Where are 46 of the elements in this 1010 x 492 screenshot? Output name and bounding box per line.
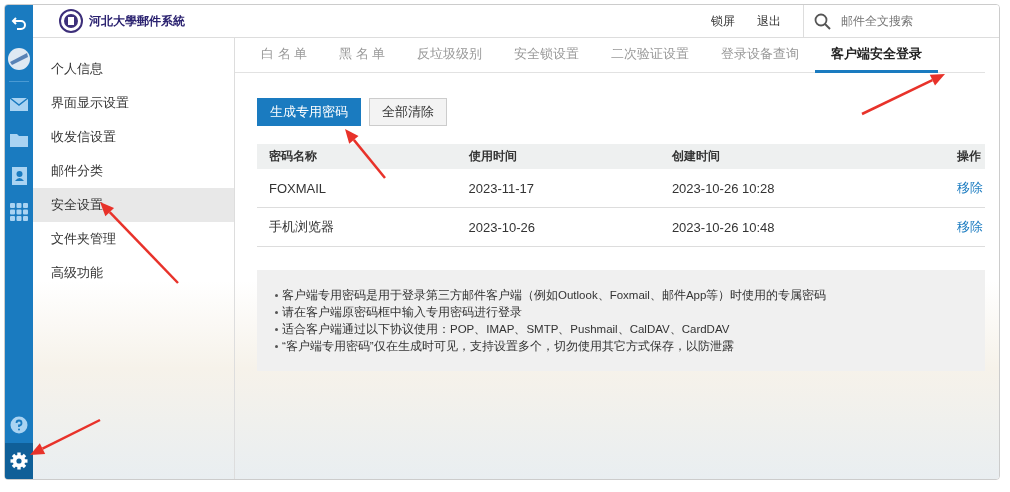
table-cell: 手机浏览器 [257,207,457,247]
undo-icon[interactable] [11,15,27,31]
bullet-icon [275,345,278,348]
settings-menu-item[interactable]: 邮件分类 [33,154,234,188]
emblem-icon [59,9,83,33]
settings-icon[interactable] [10,452,28,470]
note-text: 请在客户端原密码框中输入专用密码进行登录 [282,305,522,320]
settings-menu-item[interactable]: 文件夹管理 [33,222,234,256]
table-cell: FOXMAIL [257,169,457,208]
settings-menu-item[interactable]: 界面显示设置 [33,86,234,120]
search-icon [814,12,831,30]
table-cell: 2023-11-17 [456,169,660,208]
table-cell: 2023-10-26 [456,207,660,247]
avatar-icon[interactable] [7,47,31,71]
search-field[interactable]: 邮件全文搜索 [839,13,983,29]
column-header: 创建时间 [659,144,957,169]
folder-icon[interactable] [9,132,29,148]
header-link[interactable]: 退出 [757,12,781,30]
column-header: 密码名称 [257,144,457,169]
settings-menu-item[interactable]: 安全设置 [33,188,234,222]
settings-menu-item[interactable]: 高级功能 [33,256,234,290]
bullet-icon [275,294,278,297]
tab[interactable]: 客户端安全登录 [815,38,939,73]
settings-menu-item[interactable]: 个人信息 [33,52,234,86]
generate-password-button[interactable]: 生成专用密码 [257,98,361,126]
logo-text: 河北大學郵件系統 [89,12,185,30]
contacts-icon[interactable] [10,166,28,186]
clear-all-button[interactable]: 全部清除 [369,98,447,126]
header-link[interactable]: 锁屏 [711,12,735,30]
table-cell: 2023-10-26 10:48 [659,207,957,247]
help-icon[interactable] [10,416,28,434]
column-header: 使用时间 [456,144,660,169]
column-header: 操作 [957,144,985,169]
annotation-arrow [345,129,386,179]
note-text: 适合客户端通过以下协议使用：POP、IMAP、SMTP、Pushmail、CalDAV、CardDAV [282,322,730,337]
remove-link[interactable]: 移除 [957,180,983,195]
bullet-icon [275,311,278,314]
settings-menu-item[interactable]: 收发信设置 [33,120,234,154]
mail-icon[interactable] [9,96,29,112]
remove-link[interactable]: 移除 [957,219,983,234]
bullet-icon [275,328,278,331]
table-cell: 2023-10-26 10:28 [659,169,957,208]
note-text: 客户端专用密码是用于登录第三方邮件客户端（例如Outlook、Foxmail、邮件App等）时使用的专属密码 [282,288,827,303]
annotation-arrow [30,418,101,455]
grid-icon[interactable] [10,203,28,221]
note-text: “客户端专用密码”仅在生成时可见，支持设置多个，切勿使用其它方式保存，以防泄露 [282,339,734,354]
